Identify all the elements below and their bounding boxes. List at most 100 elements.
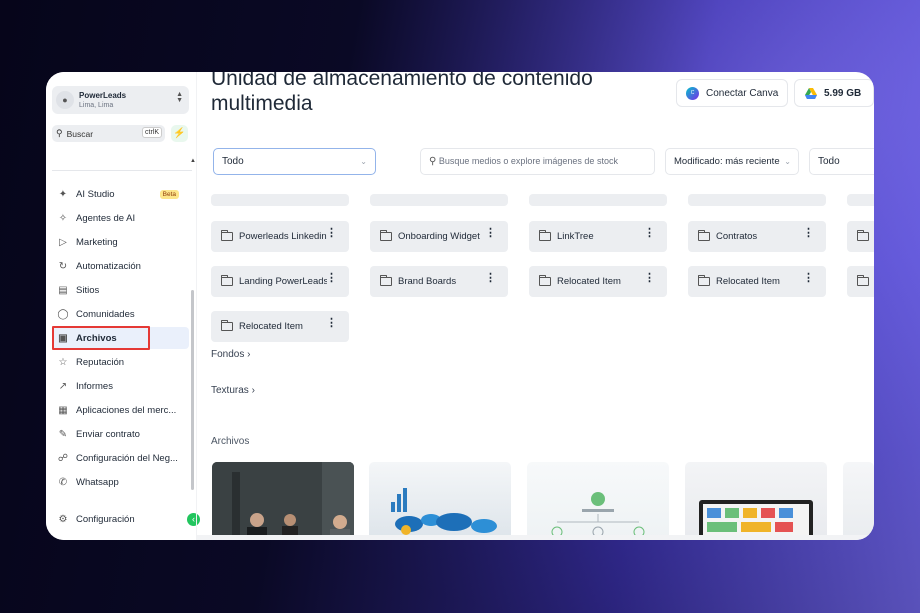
contract-icon: ✎ xyxy=(58,428,68,440)
sidebar-item-configuracion[interactable]: ⚙ Configuración xyxy=(52,508,189,530)
sort-select[interactable]: Modificado: más reciente ⌄ xyxy=(665,148,799,175)
folder-card[interactable]: Relocated Item ⋮ xyxy=(211,311,349,342)
sidebar-item-label: Informes xyxy=(76,380,113,392)
folder-card[interactable] xyxy=(847,194,874,206)
google-drive-icon xyxy=(805,87,817,99)
folder-card[interactable] xyxy=(370,194,508,206)
folder-name: LinkTree xyxy=(557,231,594,242)
chevron-updown-icon: ▲ ▼ xyxy=(176,91,183,104)
more-options-icon[interactable]: ⋮ xyxy=(803,228,814,239)
folder-card[interactable]: Relocated Item ⋮ xyxy=(529,266,667,297)
folder-card[interactable]: Relocated Item ⋮ xyxy=(688,266,826,297)
section-fondos-link[interactable]: Fondos › xyxy=(211,349,250,360)
sparkle-icon: ✧ xyxy=(58,212,68,224)
folder-card[interactable]: Brand Boards ⋮ xyxy=(370,266,508,297)
folder-name: Brand Boards xyxy=(398,276,457,287)
media-search-placeholder: Busque medios o explore imágenes de stoc… xyxy=(438,156,618,166)
folder-name: Relocated Item xyxy=(239,321,303,332)
folder-card[interactable] xyxy=(847,266,874,297)
search-icon: ⚲ xyxy=(56,128,63,138)
sidebar-item-marketing[interactable]: ▷ Marketing xyxy=(52,231,189,253)
more-options-icon[interactable]: ⋮ xyxy=(326,318,337,329)
account-location: Lima, Lima xyxy=(79,101,114,109)
sidebar-item-label: Whatsapp xyxy=(76,476,119,488)
search-button[interactable]: ⚲ Buscar ctrlK xyxy=(52,125,165,142)
file-thumbnail[interactable] xyxy=(369,462,511,540)
folder-card[interactable]: Contratos ⋮ xyxy=(688,221,826,252)
sidebar-item-label: Automatización xyxy=(76,260,141,272)
more-options-icon[interactable]: ⋮ xyxy=(485,273,496,284)
sidebar-item-agentes-ai[interactable]: ✧ Agentes de AI xyxy=(52,207,189,229)
storage-label: 5.99 GB xyxy=(824,87,862,99)
sites-icon: ▤ xyxy=(58,284,68,296)
sidebar-item-whatsapp[interactable]: ✆ Whatsapp xyxy=(52,471,189,493)
meeting-photo-image xyxy=(212,462,354,540)
folder-name: Contratos xyxy=(716,231,758,242)
sidebar-item-configuracion-negocio[interactable]: ☍ Configuración del Neg... xyxy=(52,447,189,469)
chevron-down-icon: ⌄ xyxy=(784,157,791,166)
divider xyxy=(52,170,192,171)
search-label: Buscar xyxy=(66,128,94,139)
sidebar-item-ai-studio[interactable]: ✦ AI Studio Beta xyxy=(52,183,189,205)
sidebar-item-sitios[interactable]: ▤ Sitios xyxy=(52,279,189,301)
flow-diagram-image xyxy=(551,492,645,538)
sort-value: Modificado: más reciente xyxy=(674,156,780,167)
folder-icon xyxy=(857,230,869,241)
folder-card[interactable]: LinkTree ⋮ xyxy=(529,221,667,252)
secondary-filter-select[interactable]: Todo xyxy=(809,148,874,175)
apps-grid-icon: ▦ xyxy=(58,404,68,416)
folder-card[interactable] xyxy=(688,194,826,206)
folder-card[interactable]: Landing PowerLeads ⋮ xyxy=(211,266,349,297)
storage-button[interactable]: 5.99 GB xyxy=(794,79,874,107)
sidebar-item-label: Enviar contrato xyxy=(76,428,140,440)
gear-icon: ⚙ xyxy=(58,513,68,525)
sidebar-scrollbar[interactable] xyxy=(191,290,194,490)
file-thumbnail[interactable] xyxy=(212,462,354,540)
more-options-icon[interactable]: ⋮ xyxy=(644,228,655,239)
more-options-icon[interactable]: ⋮ xyxy=(485,228,496,239)
folder-card[interactable]: Powerleads Linkedin ⋮ xyxy=(211,221,349,252)
folder-card[interactable] xyxy=(211,194,349,206)
file-thumbnail[interactable] xyxy=(527,462,669,540)
folder-card[interactable]: Onboarding Widget ⋮ xyxy=(370,221,508,252)
quick-action-bolt-icon[interactable]: ⚡ xyxy=(171,125,188,142)
collapse-sidebar-button[interactable]: ‹ xyxy=(187,513,200,526)
sidebar-item-label: Sitios xyxy=(76,284,100,296)
beta-badge: Beta xyxy=(159,189,179,199)
account-switcher[interactable]: ● PowerLeads Lima, Lima ▲ ▼ xyxy=(52,86,189,114)
file-thumbnail[interactable] xyxy=(843,462,874,540)
business-settings-icon: ☍ xyxy=(57,452,69,464)
highlight-box xyxy=(52,326,150,350)
megaphone-icon: ▷ xyxy=(59,236,67,248)
sidebar-item-aplicaciones[interactable]: ▦ Aplicaciones del merc... xyxy=(52,399,189,421)
folder-name: Landing PowerLeads xyxy=(239,276,327,287)
media-search-input[interactable]: ⚲ Busque medios o explore imágenes de st… xyxy=(420,148,655,175)
star-icon: ☆ xyxy=(58,356,68,368)
chevron-right-icon: › xyxy=(251,385,255,396)
more-options-icon[interactable]: ⋮ xyxy=(803,273,814,284)
sidebar-item-enviar-contrato[interactable]: ✎ Enviar contrato xyxy=(52,423,189,445)
chevron-right-icon: › xyxy=(247,349,251,360)
sidebar-item-automatizacion[interactable]: ↻ Automatización xyxy=(52,255,189,277)
more-options-icon[interactable]: ⋮ xyxy=(644,273,655,284)
folder-name: Onboarding Widget xyxy=(398,231,480,242)
sidebar-item-reputacion[interactable]: ☆ Reputación xyxy=(52,351,189,373)
section-texturas-link[interactable]: Texturas › xyxy=(211,385,255,396)
folder-card[interactable] xyxy=(529,194,667,206)
sidebar-item-informes[interactable]: ↗ Informes xyxy=(52,375,189,397)
sidebar-item-label: Agentes de AI xyxy=(76,212,136,224)
file-thumbnail[interactable] xyxy=(685,462,827,540)
trend-icon: ↗ xyxy=(58,380,68,392)
type-filter-select[interactable]: Todo ⌄ xyxy=(213,148,376,175)
type-filter-value: Todo xyxy=(222,156,244,167)
folder-name: Relocated Item xyxy=(557,276,621,287)
more-options-icon[interactable]: ⋮ xyxy=(326,228,337,239)
connect-canva-button[interactable]: C Conectar Canva xyxy=(676,79,788,107)
horizontal-scrollbar[interactable] xyxy=(197,535,874,540)
world-map-image xyxy=(391,488,497,535)
section-archivos-heading: Archivos xyxy=(211,436,250,447)
folder-card[interactable] xyxy=(847,221,874,252)
search-icon: ⚲ xyxy=(429,156,437,167)
sidebar-item-comunidades[interactable]: ◯ Comunidades xyxy=(52,303,189,325)
more-options-icon[interactable]: ⋮ xyxy=(326,273,337,284)
